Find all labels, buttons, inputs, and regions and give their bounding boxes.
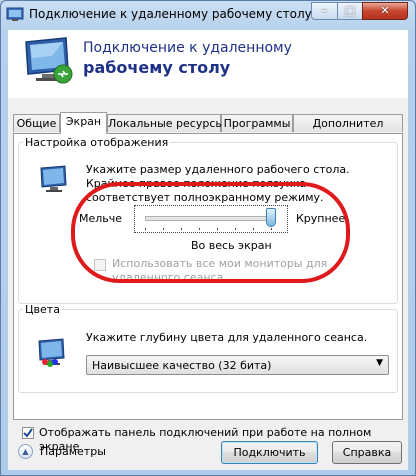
slider-track: [145, 216, 275, 221]
slider-tick: [253, 228, 254, 230]
tab-programs[interactable]: Программы: [221, 114, 293, 132]
slider-tick: [271, 228, 272, 230]
rdp-window: Подключение к удаленному рабочему столу …: [0, 0, 416, 476]
color-depth-value: Наивысшее качество (32 бита): [92, 359, 272, 372]
tab-advanced[interactable]: Дополнител: [293, 114, 403, 132]
connection-bar-checkbox[interactable]: [22, 427, 34, 439]
display-description: Укажите размер удаленного рабочего стола…: [86, 163, 350, 204]
close-icon: ✕: [380, 4, 390, 17]
close-button[interactable]: ✕: [362, 2, 408, 20]
colors-group: Цвета Укажите глубину цвета для удаленно…: [18, 303, 398, 393]
window-title: Подключение к удаленному рабочему столу: [29, 7, 312, 21]
slider-max-label: Крупнее: [296, 212, 346, 225]
all-monitors-label: Использовать все мои мониторы для удален…: [112, 257, 328, 284]
remote-desktop-icon: [6, 7, 24, 21]
slider-tick: [235, 228, 236, 230]
color-depth-select[interactable]: Наивысшее качество (32 бита) ▼: [86, 355, 389, 375]
slider-thumb[interactable]: [266, 208, 276, 227]
slider-min-label: Мельче: [79, 212, 123, 225]
title-bar[interactable]: Подключение к удаленному рабочему столу …: [1, 1, 415, 29]
colors-description: Укажите глубину цвета для удаленного сеа…: [86, 331, 368, 344]
options-label: Параметры: [40, 445, 106, 458]
color-monitor-icon: [38, 338, 65, 367]
tab-strip: Общие Экран Локальные ресурсы Программы …: [13, 112, 403, 134]
display-group-label: Настройка отображения: [25, 136, 169, 149]
slider-tick: [181, 228, 182, 230]
remote-desktop-large-icon: [25, 37, 73, 84]
connect-button[interactable]: Подключить: [221, 441, 318, 464]
chevron-up-icon: ▲: [18, 444, 33, 459]
tab-local-resources[interactable]: Локальные ресурсы: [107, 114, 224, 132]
colors-group-label: Цвета: [25, 303, 60, 316]
chevron-down-icon: ▼: [376, 358, 383, 368]
slider-tick: [199, 228, 200, 230]
display-settings-group: Настройка отображения Укажите размер уда…: [18, 136, 398, 304]
slider-value-label: Во весь экран: [191, 239, 272, 252]
screen-size-slider[interactable]: [134, 205, 288, 233]
tab-display[interactable]: Экран: [60, 112, 107, 134]
help-button[interactable]: Справка: [332, 441, 402, 464]
header-title-line1: Подключение к удаленному: [83, 40, 292, 56]
dialog-header: Подключение к удаленному рабочему столу: [8, 30, 408, 98]
minimize-button[interactable]: –: [311, 2, 338, 20]
dialog-body: Общие Экран Локальные ресурсы Программы …: [8, 98, 408, 470]
maximize-button[interactable]: □: [337, 2, 363, 20]
all-monitors-checkbox[interactable]: [94, 259, 106, 271]
check-icon: [23, 428, 33, 438]
maximize-icon: □: [344, 4, 356, 17]
slider-tick: [217, 228, 218, 230]
header-title-line2: рабочему столу: [83, 58, 231, 77]
minimize-icon: –: [321, 4, 328, 17]
tab-general[interactable]: Общие: [13, 114, 60, 132]
window-client: Подключение к удаленному рабочему столу …: [8, 30, 408, 470]
slider-tick: [145, 228, 146, 230]
monitor-icon: [40, 165, 67, 192]
display-tab-panel: Настройка отображения Укажите размер уда…: [13, 133, 403, 420]
slider-tick: [163, 228, 164, 230]
